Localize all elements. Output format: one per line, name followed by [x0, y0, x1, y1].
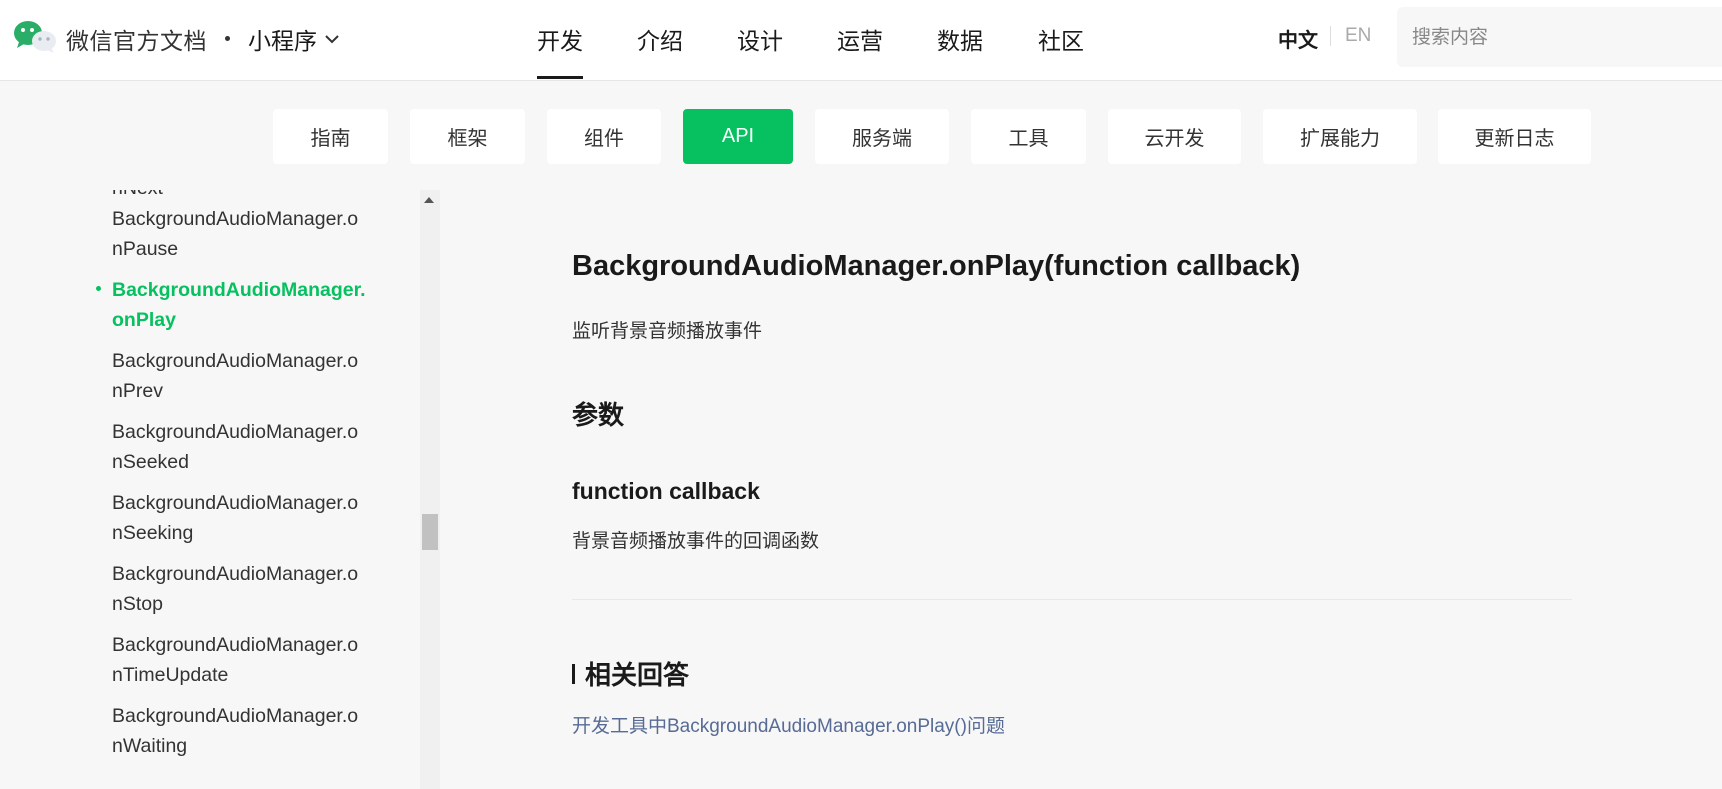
subnav-guide[interactable]: 指南: [273, 109, 388, 164]
sidebar-scrollbar[interactable]: [420, 190, 440, 789]
subnav-cloud-dev[interactable]: 云开发: [1108, 109, 1241, 164]
sidebar-item-line2: nSeeked: [112, 451, 189, 473]
sidebar-item-line1: BackgroundAudioManager.: [112, 279, 366, 301]
sidebar: nNext BackgroundAudioManager.o nPause Ba…: [0, 190, 441, 789]
tab-develop[interactable]: 开发: [537, 22, 583, 79]
sidebar-item-line2: onPlay: [112, 309, 176, 331]
sidebar-item-onnext[interactable]: nNext: [112, 190, 382, 203]
sidebar-item-line2: nStop: [112, 593, 163, 615]
sidebar-item-onwaiting[interactable]: BackgroundAudioManager.o nWaiting: [112, 701, 382, 761]
tab-operations[interactable]: 运营: [837, 22, 883, 56]
scrollbar-thumb[interactable]: [422, 514, 438, 550]
sidebar-item-line1: BackgroundAudioManager.o: [112, 563, 359, 585]
sidebar-item-line1: BackgroundAudioManager.o: [112, 421, 359, 443]
subnav-changelog[interactable]: 更新日志: [1438, 109, 1591, 164]
param-description: 背景音频播放事件的回调函数: [572, 531, 820, 552]
main-content: BackgroundAudioManager.onPlay(function c…: [441, 190, 1722, 789]
sidebar-item-onseeked[interactable]: BackgroundAudioManager.o nSeeked: [112, 417, 382, 477]
product-switcher[interactable]: 小程序: [248, 22, 339, 56]
top-header: 微信官方文档 小程序 开发 介绍 设计 运营 数据 社区 中文 EN: [0, 0, 1722, 81]
product-label: 小程序: [248, 28, 317, 54]
related-answer-link[interactable]: 开发工具中BackgroundAudioManager.onPlay()问题: [572, 711, 1005, 738]
search-box: [1397, 7, 1722, 69]
lang-en-toggle[interactable]: EN: [1345, 25, 1371, 47]
subnav-components[interactable]: 组件: [547, 109, 661, 164]
related-heading-text: 相关回答: [585, 660, 690, 690]
subnav-tools[interactable]: 工具: [971, 109, 1086, 164]
tab-design[interactable]: 设计: [737, 22, 783, 56]
sidebar-item-ontimeupdate[interactable]: BackgroundAudioManager.o nTimeUpdate: [112, 630, 382, 690]
scroll-up-arrow-icon[interactable]: [424, 197, 434, 203]
related-heading: 相关回答: [572, 655, 689, 692]
subnav-framework[interactable]: 框架: [410, 109, 525, 164]
subnav-extensions[interactable]: 扩展能力: [1263, 109, 1417, 164]
brand-separator: [225, 36, 230, 41]
wechat-logo-icon[interactable]: [13, 20, 57, 54]
sidebar-item-onprev[interactable]: BackgroundAudioManager.o nPrev: [112, 346, 382, 406]
section-divider: [572, 599, 1572, 600]
search-input[interactable]: [1397, 7, 1714, 69]
sidebar-item-line2: nWaiting: [112, 735, 188, 757]
sidebar-item-line1: BackgroundAudioManager.o: [112, 350, 359, 372]
sidebar-item-onseeking[interactable]: BackgroundAudioManager.o nSeeking: [112, 488, 382, 548]
heading-accent-bar: [572, 663, 575, 684]
param-name: function callback: [572, 478, 760, 504]
tab-community[interactable]: 社区: [1038, 22, 1084, 56]
sidebar-item-line1: BackgroundAudioManager.o: [112, 492, 359, 514]
sidebar-item-line2: nPause: [112, 238, 179, 260]
sidebar-item-onstop[interactable]: BackgroundAudioManager.o nStop: [112, 559, 382, 619]
chevron-down-icon: [325, 35, 339, 44]
sub-nav: 指南 框架 组件 API 服务端 工具 云开发 扩展能力 更新日志: [0, 82, 1722, 190]
sidebar-item-line2: nNext: [112, 190, 382, 203]
sidebar-item-line2: nTimeUpdate: [112, 664, 229, 686]
tab-intro[interactable]: 介绍: [637, 22, 683, 56]
subnav-server[interactable]: 服务端: [815, 109, 949, 164]
sidebar-item-onpause[interactable]: BackgroundAudioManager.o nPause: [112, 204, 382, 264]
sidebar-item-line1: BackgroundAudioManager.o: [112, 705, 359, 727]
sidebar-item-line1: BackgroundAudioManager.o: [112, 634, 359, 656]
sidebar-item-line2: nSeeking: [112, 522, 194, 544]
site-brand[interactable]: 微信官方文档: [66, 22, 207, 56]
sidebar-item-line2: nPrev: [112, 380, 163, 402]
active-bullet-icon: [96, 286, 101, 291]
tab-data[interactable]: 数据: [937, 22, 983, 56]
sidebar-item-line1: BackgroundAudioManager.o: [112, 208, 359, 230]
subnav-api[interactable]: API: [683, 109, 793, 164]
sidebar-item-onplay[interactable]: BackgroundAudioManager. onPlay: [112, 275, 382, 335]
lang-divider: [1330, 26, 1331, 46]
lang-zh-toggle[interactable]: 中文: [1278, 24, 1318, 53]
api-description: 监听背景音频播放事件: [572, 321, 763, 342]
page-title: BackgroundAudioManager.onPlay(function c…: [572, 250, 1301, 282]
params-heading: 参数: [572, 400, 625, 430]
